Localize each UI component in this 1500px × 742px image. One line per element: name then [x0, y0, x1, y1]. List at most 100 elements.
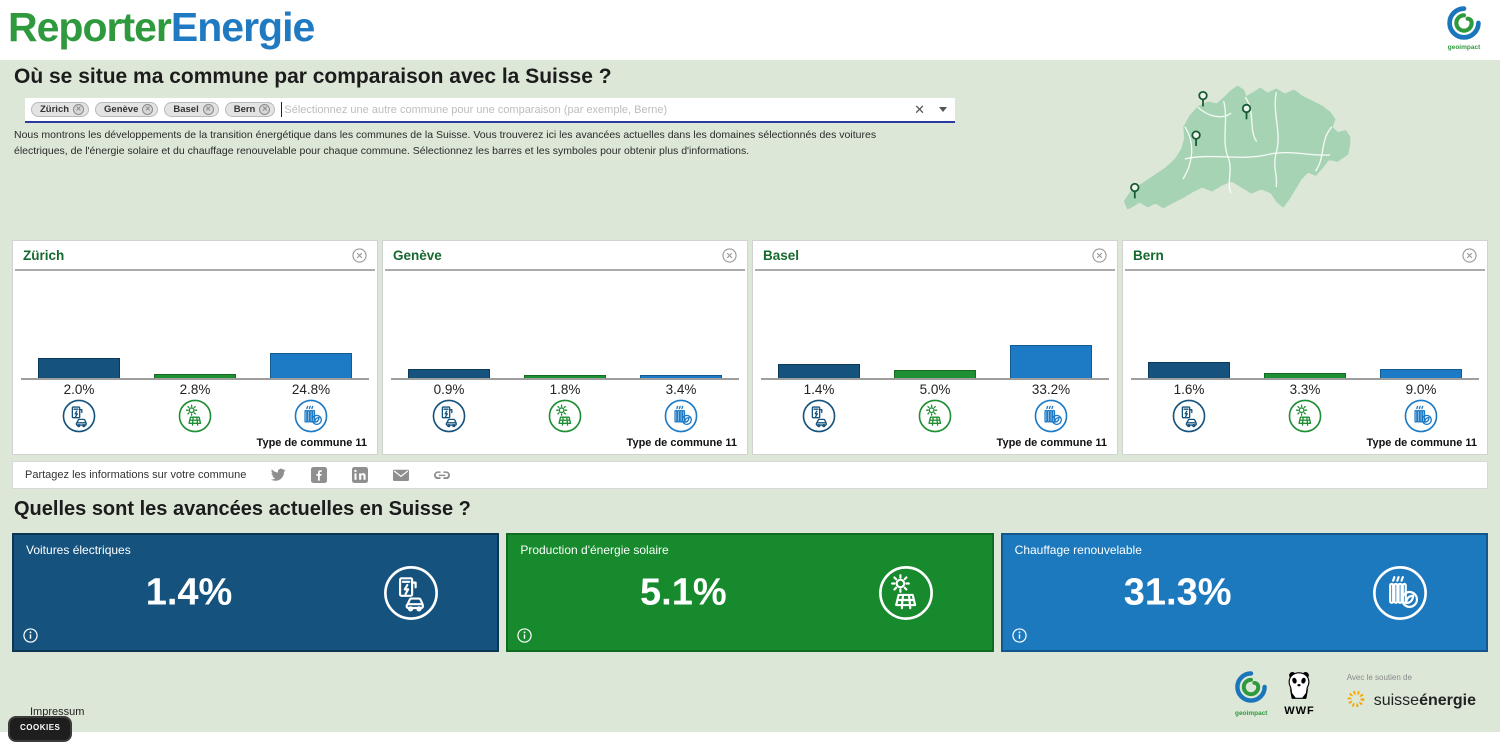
radiator-leaf-icon[interactable]	[1034, 399, 1068, 433]
footer-logos: geoimpact WWF	[1234, 670, 1476, 717]
info-icon[interactable]	[1012, 628, 1027, 643]
swiss-card-value: 31.3%	[1003, 571, 1353, 614]
geoimpact-footer-logo[interactable]: geoimpact	[1234, 670, 1268, 717]
bar-value-label: 24.8%	[253, 382, 369, 397]
bar-voitures-electriques[interactable]	[408, 369, 490, 378]
commune-chip[interactable]: Zürich✕	[31, 102, 89, 117]
bar-value-labels: 1.4%5.0%33.2%	[761, 382, 1109, 397]
close-card-icon[interactable]	[352, 248, 367, 263]
bar-voitures-electriques[interactable]	[38, 358, 120, 378]
ev-car-icon[interactable]	[432, 399, 466, 433]
bar-energie-solaire[interactable]	[154, 374, 236, 378]
bar-voitures-electriques[interactable]	[1148, 362, 1230, 378]
swiss-card-chauffage-renouvelable[interactable]: Chauffage renouvelable 31.3%	[1001, 533, 1488, 652]
geoimpact-logo-label: geoimpact	[1438, 44, 1490, 51]
metric-icons-row	[1131, 399, 1479, 433]
commune-cards-row: Zürich 2.0%2.8%24.8%	[12, 240, 1488, 455]
bar-value-label: 0.9%	[391, 382, 507, 397]
bar-value-label: 2.8%	[137, 382, 253, 397]
dropdown-caret-icon[interactable]	[939, 107, 947, 112]
selected-commune-chips: Zürich✕ Genève✕ Basel✕ Bern✕	[31, 102, 275, 117]
remove-chip-icon[interactable]: ✕	[73, 104, 84, 115]
close-card-icon[interactable]	[1092, 248, 1107, 263]
swiss-card-label: Chauffage renouvelable	[1015, 543, 1142, 557]
share-label: Partagez les informations sur votre comm…	[25, 469, 246, 481]
swiss-card-energie-solaire[interactable]: Production d'énergie solaire 5.1%	[506, 533, 993, 652]
linkedin-share-icon[interactable]	[352, 467, 368, 483]
support-text: Avec le soutien de	[1347, 673, 1476, 682]
select-placeholder: Sélectionnez une autre commune pour une …	[284, 104, 914, 116]
remove-chip-icon[interactable]: ✕	[203, 104, 214, 115]
swiss-card-label: Production d'énergie solaire	[520, 543, 668, 557]
commune-chip[interactable]: Basel✕	[164, 102, 218, 117]
bar-value-label: 33.2%	[993, 382, 1109, 397]
remove-chip-icon[interactable]: ✕	[259, 104, 270, 115]
close-card-icon[interactable]	[722, 248, 737, 263]
metric-icons-row	[21, 399, 369, 433]
commune-type-label: Type de commune 11	[997, 437, 1107, 449]
close-card-icon[interactable]	[1462, 248, 1477, 263]
remove-chip-icon[interactable]: ✕	[142, 104, 153, 115]
commune-type-label: Type de commune 11	[257, 437, 367, 449]
text-cursor	[281, 102, 282, 117]
bar-energie-solaire[interactable]	[894, 370, 976, 378]
commune-chip[interactable]: Bern✕	[225, 102, 276, 117]
bar-value-label: 1.6%	[1131, 382, 1247, 397]
wwf-label: WWF	[1284, 705, 1314, 717]
share-bar: Partagez les informations sur votre comm…	[12, 461, 1488, 489]
bar-voitures-electriques[interactable]	[778, 364, 860, 378]
ev-car-icon[interactable]	[802, 399, 836, 433]
commune-card-title: Basel	[763, 248, 799, 263]
solar-panel-icon[interactable]	[548, 399, 582, 433]
bar-chauffage-renouvelable[interactable]	[270, 353, 352, 378]
solar-panel-icon[interactable]	[1288, 399, 1322, 433]
commune-type-label: Type de commune 11	[1367, 437, 1477, 449]
radiator-leaf-icon[interactable]	[1404, 399, 1438, 433]
ev-car-icon[interactable]	[62, 399, 96, 433]
commune-bar-chart	[1131, 271, 1479, 380]
ev-car-icon	[383, 565, 439, 621]
radiator-leaf-icon[interactable]	[664, 399, 698, 433]
commune-card-title: Zürich	[23, 248, 64, 263]
bar-chauffage-renouvelable[interactable]	[640, 375, 722, 378]
suisseenergie-sun-icon	[1345, 688, 1367, 715]
facebook-share-icon[interactable]	[311, 467, 327, 483]
bar-value-labels: 2.0%2.8%24.8%	[21, 382, 369, 397]
link-share-icon[interactable]	[434, 467, 450, 483]
suisseenergie-label: suisseénergie	[1374, 692, 1476, 710]
swiss-average-cards: Voitures électriques 1.4% Production d'é…	[12, 533, 1488, 652]
radiator-leaf-icon[interactable]	[294, 399, 328, 433]
email-share-icon[interactable]	[393, 467, 409, 483]
info-icon[interactable]	[517, 628, 532, 643]
twitter-share-icon[interactable]	[270, 467, 286, 483]
commune-bar-chart	[391, 271, 739, 380]
ev-car-icon[interactable]	[1172, 399, 1206, 433]
cookies-badge[interactable]: COOKIES	[8, 716, 72, 742]
geoimpact-logo: geoimpact	[1438, 5, 1490, 51]
info-icon[interactable]	[23, 628, 38, 643]
clear-selection-icon[interactable]: ✕	[914, 102, 925, 118]
suisseenergie-logo[interactable]: Avec le soutien de suisseénergie	[1345, 673, 1476, 715]
wwf-logo[interactable]: WWF	[1284, 671, 1314, 717]
commune-bar-chart	[761, 271, 1109, 380]
bar-energie-solaire[interactable]	[524, 375, 606, 378]
solar-panel-icon[interactable]	[918, 399, 952, 433]
bar-value-label: 1.8%	[507, 382, 623, 397]
share-icons	[270, 467, 450, 483]
bar-value-labels: 0.9%1.8%3.4%	[391, 382, 739, 397]
bar-chauffage-renouvelable[interactable]	[1010, 345, 1092, 378]
metric-icons-row	[391, 399, 739, 433]
bar-energie-solaire[interactable]	[1264, 373, 1346, 378]
wwf-panda-icon	[1285, 671, 1313, 706]
bar-chauffage-renouvelable[interactable]	[1380, 369, 1462, 378]
swiss-card-value: 5.1%	[508, 571, 858, 614]
commune-bar-chart	[21, 271, 369, 380]
commune-select-input[interactable]: Zürich✕ Genève✕ Basel✕ Bern✕ Sélectionnez u…	[25, 98, 955, 123]
solar-panel-icon[interactable]	[178, 399, 212, 433]
metric-icons-row	[761, 399, 1109, 433]
page: ReporterEnergie geoimpact Où se situe ma…	[0, 0, 1500, 732]
swiss-card-value: 1.4%	[14, 571, 364, 614]
swiss-card-voitures-electriques[interactable]: Voitures électriques 1.4%	[12, 533, 499, 652]
commune-chip[interactable]: Genève✕	[95, 102, 158, 117]
commune-card-Bern: Bern 1.6%3.3%9.0% T	[1122, 240, 1488, 455]
